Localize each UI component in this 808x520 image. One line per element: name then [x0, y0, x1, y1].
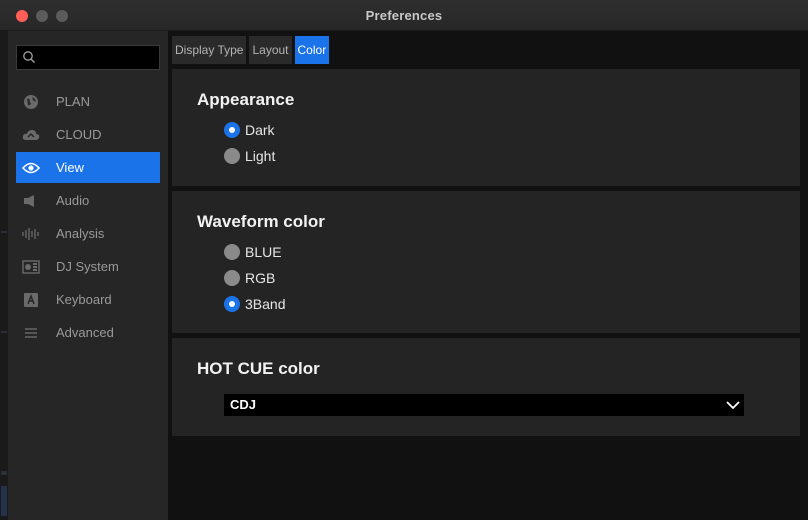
- tab-bar: Display Type Layout Color: [172, 36, 330, 64]
- sidebar-item-cloud[interactable]: CLOUD: [16, 119, 160, 150]
- tab-display-type[interactable]: Display Type: [172, 36, 247, 64]
- chevron-down-icon: [726, 401, 740, 410]
- sidebar-item-label: Audio: [56, 193, 90, 208]
- keyboard-key-icon: [22, 291, 40, 309]
- radio-label: Light: [245, 148, 276, 164]
- sidebar-item-advanced[interactable]: Advanced: [16, 317, 160, 348]
- tab-layout[interactable]: Layout: [249, 36, 292, 64]
- sidebar-item-label: CLOUD: [56, 127, 102, 142]
- sidebar-item-keyboard[interactable]: Keyboard: [16, 284, 160, 315]
- section-title: HOT CUE color: [197, 359, 320, 378]
- background-app-edge: [0, 31, 8, 520]
- main-content: Display Type Layout Color Appearance Dar…: [168, 31, 808, 520]
- preferences-window: Preferences PLAN CLOUD View Audio Analys…: [0, 0, 808, 520]
- eye-icon: [22, 159, 40, 177]
- radio-button[interactable]: [224, 122, 240, 138]
- hot-cue-color-dropdown[interactable]: CDJ: [224, 394, 744, 416]
- radio-label: BLUE: [245, 244, 282, 260]
- cloud-icon: [22, 126, 40, 144]
- sidebar: PLAN CLOUD View Audio Analysis DJ System…: [8, 31, 168, 520]
- sidebar-item-label: View: [56, 160, 84, 175]
- sidebar-item-analysis[interactable]: Analysis: [16, 218, 160, 249]
- radio-label: 3Band: [245, 296, 286, 312]
- radio-button[interactable]: [224, 270, 240, 286]
- section-title: Waveform color: [197, 212, 325, 231]
- sidebar-item-label: Analysis: [56, 226, 105, 241]
- dj-device-icon: [22, 258, 40, 276]
- sidebar-item-dj-system[interactable]: DJ System: [16, 251, 160, 282]
- sidebar-item-plan[interactable]: PLAN: [16, 86, 160, 117]
- window-title: Preferences: [365, 8, 443, 23]
- sidebar-item-view[interactable]: View: [16, 152, 160, 183]
- sidebar-item-label: Advanced: [56, 325, 114, 340]
- sidebar-item-label: Keyboard: [56, 292, 112, 307]
- radio-label: RGB: [245, 270, 276, 286]
- hot-cue-color-section: HOT CUE color CDJ: [172, 338, 800, 436]
- appearance-section: Appearance Dark Light: [172, 69, 800, 186]
- radio-button[interactable]: [224, 148, 240, 164]
- search-icon: [23, 51, 35, 63]
- sidebar-item-label: PLAN: [56, 94, 90, 109]
- sidebar-item-label: DJ System: [56, 259, 119, 274]
- radio-label: Dark: [245, 122, 275, 138]
- section-title: Appearance: [197, 90, 295, 109]
- title-bar[interactable]: Preferences: [0, 0, 808, 31]
- waveform-icon: [22, 225, 40, 243]
- waveform-color-section: Waveform color BLUE RGB 3Band: [172, 191, 800, 333]
- radio-button[interactable]: [224, 244, 240, 260]
- globe-icon: [22, 93, 40, 111]
- tab-color[interactable]: Color: [294, 36, 330, 64]
- sidebar-item-audio[interactable]: Audio: [16, 185, 160, 216]
- radio-button[interactable]: [224, 296, 240, 312]
- speaker-icon: [22, 192, 40, 210]
- sidebar-nav: PLAN CLOUD View Audio Analysis DJ System…: [16, 86, 160, 350]
- menu-lines-icon: [22, 324, 40, 342]
- dropdown-value: CDJ: [230, 397, 257, 412]
- search-field[interactable]: [16, 45, 160, 70]
